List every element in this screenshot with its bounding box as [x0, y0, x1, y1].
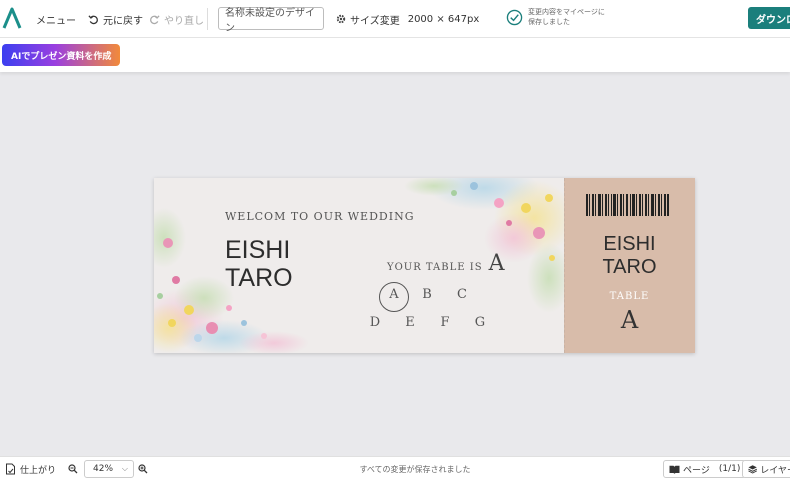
menu-label: メニュー — [36, 15, 76, 27]
preview-label: 仕上がり — [20, 465, 57, 476]
save-status-text: 変更内容をマイページに 保存しました — [528, 7, 605, 27]
layers-button[interactable]: レイヤー — [742, 460, 790, 478]
canvas-size-readout: 2000 × 647px — [407, 13, 480, 25]
secondary-toolbar: AIでプレゼン資料を作成 — [0, 38, 790, 72]
check-circle-icon — [506, 9, 523, 25]
table-letter: G — [474, 315, 486, 330]
redo-label: やり直し — [164, 15, 204, 27]
stub-guest-name[interactable]: EISHI TARO — [564, 233, 695, 279]
chevron-down-icon: ⌵ — [121, 464, 128, 473]
layers-icon — [748, 465, 758, 474]
save-status-line1: 変更内容をマイページに — [528, 8, 605, 16]
gear-icon — [336, 14, 346, 24]
ai-presentation-button[interactable]: AIでプレゼン資料を作成 — [2, 44, 121, 66]
zoom-value: 42% — [93, 464, 114, 474]
zoom-in-button[interactable] — [138, 457, 148, 480]
redo-icon — [150, 14, 160, 24]
stub-table-label[interactable]: TABLE — [564, 291, 695, 302]
zoom-out-button[interactable] — [68, 457, 78, 480]
undo-icon — [88, 14, 98, 24]
design-title-input[interactable]: 名称未設定のデザイン — [218, 7, 324, 34]
autosave-status: すべての変更が保存されました — [359, 464, 471, 474]
zoom-in-icon — [138, 464, 148, 474]
table-letter: E — [405, 315, 415, 330]
barcode-graphic — [586, 194, 669, 216]
document-icon — [6, 463, 15, 475]
preview-button[interactable]: 仕上がり — [5, 457, 56, 480]
top-toolbar: メニュー 元に戻す やり直し 名称未設定のデザイン サイズ変更 2000 × 6… — [0, 0, 790, 38]
toolbar-divider — [207, 8, 208, 30]
table-letters-grid[interactable]: A B C D E F G — [154, 178, 564, 353]
design-canvas[interactable]: WELCOM TO OUR WEDDING EISHI TARO YOUR TA… — [154, 178, 695, 353]
table-letter: F — [440, 315, 450, 330]
download-button[interactable]: ダウンロ — [748, 7, 790, 29]
redo-button[interactable]: やり直し — [149, 0, 204, 38]
undo-button[interactable]: 元に戻す — [88, 0, 143, 38]
stub-name-line2: TARO — [602, 256, 657, 278]
table-letter: B — [422, 287, 432, 302]
zoom-select[interactable]: 42% ⌵ — [84, 460, 134, 478]
pages-label: ページ — [683, 465, 710, 476]
resize-label: サイズ変更 — [350, 15, 400, 27]
zoom-out-icon — [68, 464, 78, 474]
book-icon — [669, 465, 680, 474]
table-letter: C — [457, 287, 467, 302]
save-status-line2: 保存しました — [528, 18, 570, 26]
undo-label: 元に戻す — [103, 15, 143, 27]
page-count: (1/1) — [718, 464, 741, 474]
resize-button[interactable]: サイズ変更 2000 × 647px — [336, 0, 479, 38]
stub-table-letter[interactable]: A — [564, 306, 695, 334]
bottom-toolbar: 仕上がり 42% ⌵ すべての変更が保存されました ページ (1/1) レイヤ — [0, 456, 790, 480]
table-letter: D — [369, 315, 381, 330]
stub-name-line1: EISHI — [603, 233, 656, 255]
app-logo-icon[interactable] — [2, 6, 22, 30]
save-status: 変更内容をマイページに 保存しました — [506, 7, 605, 27]
pages-button[interactable]: ページ (1/1) — [663, 460, 747, 478]
table-letter: A — [389, 287, 399, 302]
layers-label: レイヤー — [760, 465, 790, 476]
menu-button[interactable]: メニュー — [36, 0, 76, 38]
